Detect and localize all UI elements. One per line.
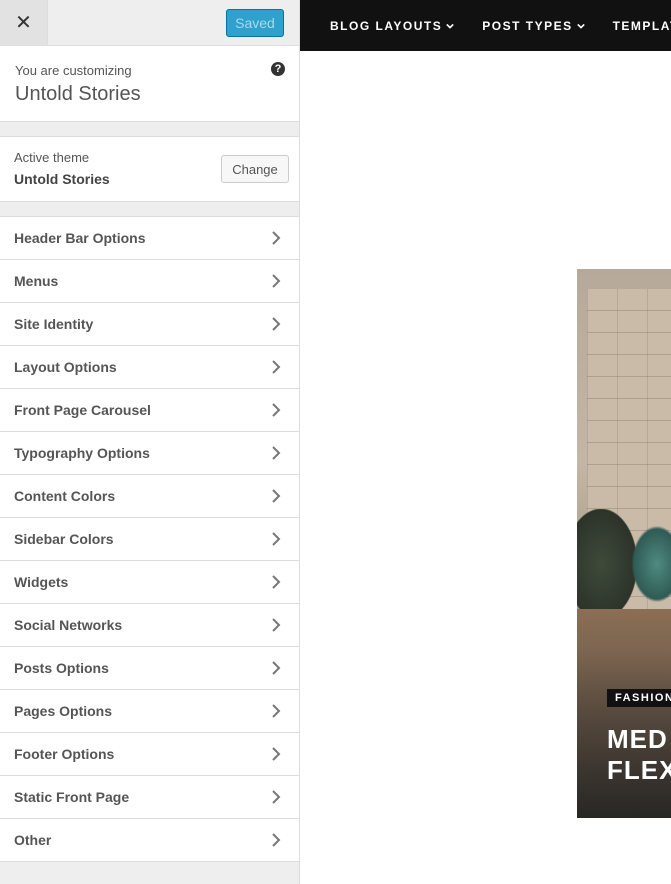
- panel-item-label: Typography Options: [14, 445, 150, 461]
- post-title-line: MED: [607, 724, 668, 754]
- category-tag[interactable]: FASHION: [607, 689, 671, 707]
- panel-item[interactable]: Other: [0, 818, 299, 861]
- panel-item-label: Sidebar Colors: [14, 531, 114, 547]
- chevron-right-icon: [272, 575, 281, 589]
- active-theme-label: Active theme: [14, 150, 90, 165]
- panel-item[interactable]: Widgets: [0, 560, 299, 603]
- panel-item-label: Menus: [14, 273, 59, 289]
- panel-item-label: Header Bar Options: [14, 230, 146, 246]
- section-spacer: [0, 202, 299, 216]
- chevron-right-icon: [272, 317, 281, 331]
- customizer-info: You are customizing Untold Stories ?: [0, 46, 299, 122]
- chevron-right-icon: [272, 790, 281, 804]
- panel-item-label: Site Identity: [14, 316, 94, 332]
- panel-item[interactable]: Social Networks: [0, 603, 299, 646]
- panel-item[interactable]: Typography Options: [0, 431, 299, 474]
- panel-item[interactable]: Static Front Page: [0, 775, 299, 818]
- customizer-header: ✕ Saved: [0, 0, 299, 46]
- panel-item-label: Layout Options: [14, 359, 117, 375]
- chevron-right-icon: [272, 618, 281, 632]
- panel-item-label: Social Networks: [14, 617, 123, 633]
- active-theme-name: Untold Stories: [14, 171, 110, 187]
- customizer-panels: Header Bar Options Menus Site Identity Layo…: [0, 216, 299, 862]
- chevron-right-icon: [272, 446, 281, 460]
- chevron-right-icon: [272, 489, 281, 503]
- section-spacer: [0, 122, 299, 136]
- panel-item-label: Static Front Page: [14, 789, 130, 805]
- nav-label: TEMPLATE: [612, 18, 671, 33]
- active-theme-section: Active theme Untold Stories Change: [0, 136, 299, 202]
- panel-item-label: Content Colors: [14, 488, 116, 504]
- nav-post-types[interactable]: POST TYPES: [482, 18, 585, 33]
- chevron-right-icon: [272, 833, 281, 847]
- panel-item[interactable]: Layout Options: [0, 345, 299, 388]
- panel-item[interactable]: Site Identity: [0, 302, 299, 345]
- close-icon[interactable]: ✕: [0, 0, 48, 45]
- chevron-right-icon: [272, 274, 281, 288]
- chevron-right-icon: [272, 231, 281, 245]
- change-theme-button[interactable]: Change: [221, 155, 289, 183]
- nav-label: POST TYPES: [482, 18, 573, 33]
- panel-item-label: Front Page Carousel: [14, 402, 151, 418]
- nav-blog-layouts[interactable]: BLOG LAYOUTS: [330, 18, 455, 33]
- site-preview: BLOG LAYOUTS POST TYPES TEMPLATE FASHION…: [300, 0, 671, 884]
- panel-item[interactable]: Pages Options: [0, 689, 299, 732]
- chevron-down-icon: [446, 23, 455, 29]
- post-title-line: FLEX: [607, 755, 671, 785]
- chevron-right-icon: [272, 360, 281, 374]
- site-title: Untold Stories: [15, 83, 141, 105]
- nav-label: BLOG LAYOUTS: [330, 18, 443, 33]
- chevron-right-icon: [272, 704, 281, 718]
- nav-template[interactable]: TEMPLATE: [613, 19, 671, 33]
- customizer-sidebar: ✕ Saved You are customizing Untold Stori…: [0, 0, 300, 884]
- panel-item-label: Posts Options: [14, 660, 109, 676]
- panel-item[interactable]: Content Colors: [0, 474, 299, 517]
- hero-scooter: [627, 519, 671, 609]
- chevron-right-icon: [272, 532, 281, 546]
- chevron-right-icon: [272, 661, 281, 675]
- panel-item-label: Other: [14, 832, 52, 848]
- chevron-right-icon: [272, 747, 281, 761]
- post-title[interactable]: MED FLEX: [607, 724, 671, 786]
- chevron-down-icon: [576, 23, 585, 29]
- panel-item[interactable]: Footer Options: [0, 732, 299, 775]
- panel-item[interactable]: Sidebar Colors: [0, 517, 299, 560]
- panel-item-label: Widgets: [14, 574, 69, 590]
- panel-item-label: Pages Options: [14, 703, 113, 719]
- panel-item-label: Footer Options: [14, 746, 115, 762]
- saved-button[interactable]: Saved: [226, 9, 284, 37]
- help-icon[interactable]: ?: [271, 62, 285, 76]
- chevron-right-icon: [272, 403, 281, 417]
- preview-navbar: BLOG LAYOUTS POST TYPES TEMPLATE: [300, 0, 671, 51]
- panel-item[interactable]: Header Bar Options: [0, 216, 299, 259]
- panel-item[interactable]: Posts Options: [0, 646, 299, 689]
- panel-item[interactable]: Front Page Carousel: [0, 388, 299, 431]
- featured-post-image[interactable]: FASHION MED FLEX: [577, 269, 671, 818]
- customizing-label: You are customizing: [15, 63, 132, 78]
- panel-item[interactable]: Menus: [0, 259, 299, 302]
